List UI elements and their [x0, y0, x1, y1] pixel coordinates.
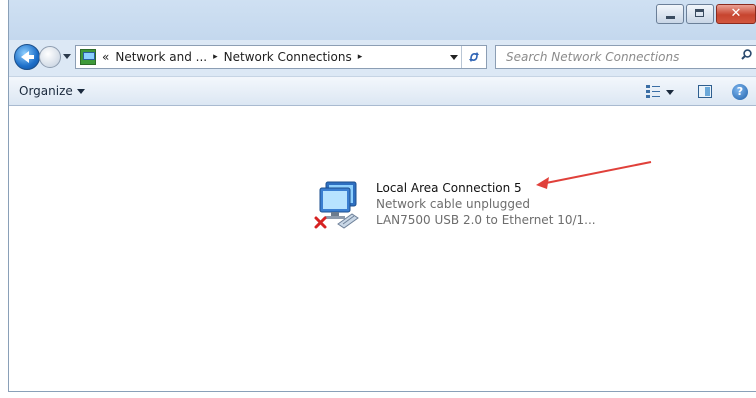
- back-icon[interactable]: [14, 44, 40, 70]
- connection-item[interactable]: Local Area Connection 5 Network cable un…: [312, 178, 602, 234]
- minimize-button[interactable]: [656, 4, 684, 24]
- breadcrumb-separator-icon[interactable]: ▸: [213, 52, 218, 62]
- breadcrumb-separator-icon[interactable]: ▸: [358, 52, 363, 62]
- network-adapter-icon: [314, 181, 359, 229]
- navigation-row: « Network and ... ▸ Network Connections …: [9, 42, 756, 72]
- explorer-window: ✕ « Network and ... ▸ Network Connection…: [8, 0, 756, 392]
- forward-icon[interactable]: [39, 46, 61, 68]
- connections-list[interactable]: Local Area Connection 5 Network cable un…: [9, 106, 756, 391]
- connection-device: LAN7500 USB 2.0 to Ethernet 10/1...: [376, 213, 596, 227]
- search-placeholder: Search Network Connections: [506, 50, 680, 64]
- recent-pages-chevron-icon[interactable]: [63, 54, 71, 59]
- organize-button[interactable]: Organize: [19, 84, 85, 98]
- breadcrumb-network-and[interactable]: Network and ...: [115, 50, 207, 64]
- refresh-icon[interactable]: [461, 46, 486, 68]
- title-bar[interactable]: ✕: [9, 0, 756, 40]
- connection-name: Local Area Connection 5: [376, 181, 522, 195]
- connection-details: Local Area Connection 5 Network cable un…: [376, 180, 596, 228]
- views-icon[interactable]: [646, 85, 660, 98]
- maximize-button[interactable]: [686, 4, 714, 24]
- breadcrumb-overflow[interactable]: «: [102, 50, 109, 64]
- address-dropdown-icon[interactable]: [450, 55, 458, 60]
- search-icon[interactable]: [741, 49, 752, 60]
- search-input[interactable]: Search Network Connections: [495, 45, 756, 69]
- control-panel-icon: [80, 49, 96, 65]
- address-bar[interactable]: « Network and ... ▸ Network Connections …: [75, 45, 487, 69]
- command-bar: Organize ?: [9, 76, 756, 106]
- views-dropdown-icon[interactable]: [666, 90, 674, 95]
- disconnected-x-icon: [314, 216, 327, 229]
- caption-buttons: ✕: [654, 4, 756, 26]
- close-button[interactable]: ✕: [716, 4, 756, 24]
- connection-status: Network cable unplugged: [376, 197, 531, 211]
- organize-label: Organize: [19, 84, 73, 98]
- chevron-down-icon: [76, 89, 85, 94]
- help-icon[interactable]: ?: [732, 84, 748, 100]
- close-icon: ✕: [730, 6, 742, 21]
- preview-pane-icon[interactable]: [698, 85, 712, 98]
- breadcrumb-network-connections[interactable]: Network Connections: [224, 50, 352, 64]
